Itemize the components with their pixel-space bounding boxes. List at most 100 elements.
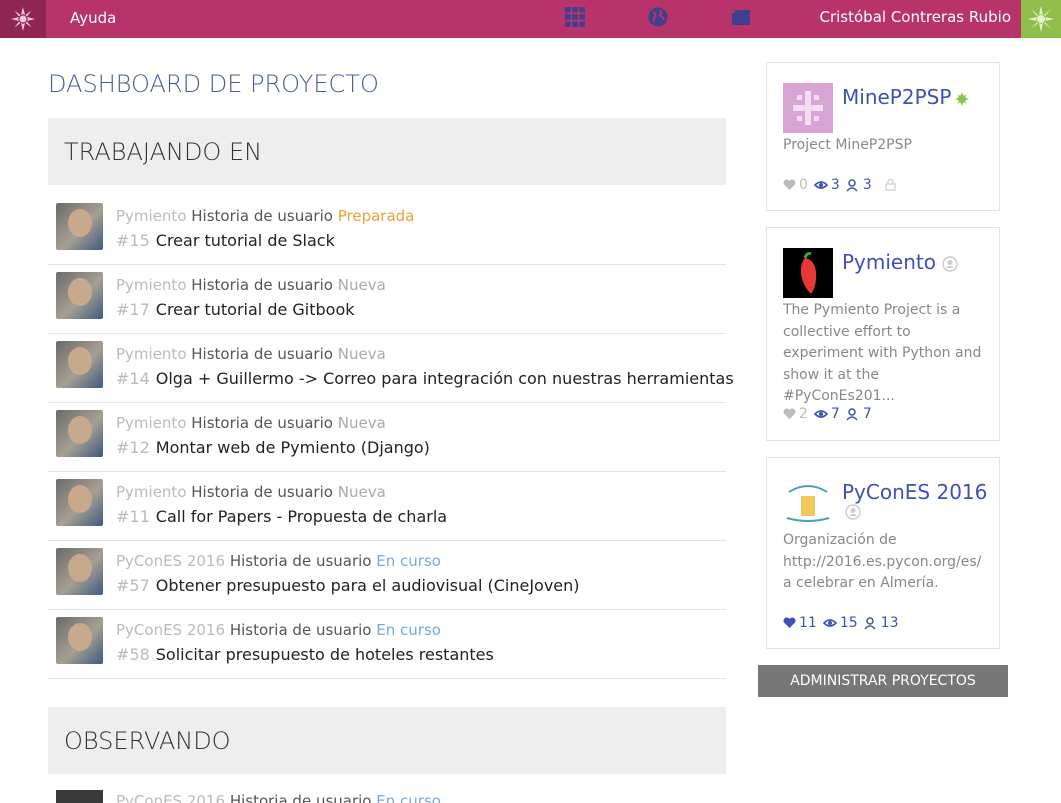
item-ref[interactable]: #14 bbox=[116, 369, 150, 388]
avatar bbox=[56, 272, 103, 319]
project-name[interactable]: PyConES 2016 bbox=[116, 621, 225, 639]
project-name[interactable]: Pymiento bbox=[842, 250, 936, 274]
watchers-count: 3 bbox=[830, 177, 840, 193]
user-avatar[interactable] bbox=[1021, 0, 1061, 38]
status-badge: En curso bbox=[376, 552, 441, 570]
lock-icon bbox=[885, 179, 896, 191]
project-stats: 2 7 7 bbox=[783, 406, 872, 422]
member-badge-icon bbox=[845, 504, 861, 520]
item-type: Historia de usuario bbox=[191, 345, 333, 363]
project-description: Organización de http://2016.es.pycon.org… bbox=[783, 532, 982, 591]
item-ref[interactable]: #57 bbox=[116, 576, 150, 595]
project-name[interactable]: PyConES 2016 bbox=[116, 552, 225, 570]
avatar bbox=[56, 617, 103, 664]
eye-icon bbox=[813, 410, 828, 418]
member-badge-icon bbox=[942, 255, 958, 272]
folder-icon[interactable] bbox=[730, 6, 752, 28]
list-item[interactable]: PyConES 2016 Historia de usuario En curs… bbox=[48, 610, 726, 679]
project-name[interactable]: Pymiento bbox=[116, 483, 187, 501]
item-type: Historia de usuario bbox=[229, 792, 372, 803]
user-name-link[interactable]: Cristóbal Contreras Rubio bbox=[820, 8, 1012, 26]
list-item[interactable]: PyConES 2016 Historia de usuario En curs… bbox=[48, 541, 726, 610]
project-card: PyConES 2016 Organización de http://2016… bbox=[766, 457, 1000, 649]
item-ref[interactable]: #15 bbox=[116, 231, 150, 250]
status-badge: Nueva bbox=[337, 483, 386, 501]
project-stats: 11 15 13 bbox=[783, 615, 898, 631]
avatar bbox=[56, 410, 103, 457]
grid-icon[interactable] bbox=[564, 6, 586, 28]
item-ref[interactable]: #58 bbox=[116, 645, 150, 664]
manage-projects-button[interactable]: ADMINISTRAR PROYECTOS bbox=[758, 665, 1008, 697]
status-badge: En curso bbox=[376, 621, 441, 639]
item-ref[interactable]: #12 bbox=[116, 438, 150, 457]
list-item[interactable]: PyConES 2016 Historia de usuario En curs… bbox=[48, 790, 726, 803]
item-subject[interactable]: Crear tutorial de Slack bbox=[156, 231, 335, 250]
likes-count: 0 bbox=[799, 177, 808, 193]
help-link[interactable]: Ayuda bbox=[70, 9, 116, 27]
members-icon bbox=[864, 616, 876, 630]
globe-icon[interactable] bbox=[647, 6, 669, 28]
list-item[interactable]: Pymiento Historia de usuario Nueva #17 Cr… bbox=[48, 265, 726, 334]
item-type: Historia de usuario bbox=[229, 552, 372, 570]
status-badge: Nueva bbox=[337, 414, 386, 432]
top-navbar: Ayuda Cristóbal Contreras Rubio bbox=[0, 0, 1061, 38]
heart-icon bbox=[783, 408, 796, 419]
project-description: Project MineP2PSP bbox=[783, 137, 912, 153]
avatar bbox=[56, 479, 103, 526]
project-name[interactable]: PyConES 2016 bbox=[842, 480, 987, 504]
project-name[interactable]: Pymiento bbox=[116, 414, 187, 432]
avatar bbox=[56, 790, 103, 803]
item-subject[interactable]: Olga + Guillermo -> Correo para integrac… bbox=[156, 369, 734, 388]
section-working-on-header: TRABAJANDO EN bbox=[48, 118, 726, 185]
item-type: Historia de usuario bbox=[191, 414, 333, 432]
section-working-on-title: TRABAJANDO EN bbox=[64, 137, 263, 166]
watchers-count: 7 bbox=[830, 406, 840, 422]
project-description: The Pymiento Project is a collective eff… bbox=[783, 302, 982, 404]
status-badge: Nueva bbox=[337, 345, 386, 363]
avatar bbox=[56, 341, 103, 388]
page-title: DASHBOARD DE PROYECTO bbox=[48, 70, 379, 98]
project-name[interactable]: PyConES 2016 bbox=[116, 792, 225, 803]
item-type: Historia de usuario bbox=[191, 483, 333, 501]
item-ref[interactable]: #11 bbox=[116, 507, 150, 526]
members-count: 13 bbox=[880, 615, 899, 631]
working-on-list: Pymiento Historia de usuario Preparada #… bbox=[48, 196, 734, 679]
heart-icon bbox=[783, 179, 796, 190]
status-badge: Nueva bbox=[337, 276, 386, 294]
project-logo[interactable] bbox=[783, 478, 833, 528]
item-subject[interactable]: Montar web de Pymiento (Django) bbox=[156, 438, 430, 457]
eye-icon bbox=[822, 619, 837, 627]
project-logo[interactable] bbox=[783, 248, 833, 298]
eye-icon bbox=[813, 181, 828, 189]
status-badge: En curso bbox=[376, 792, 441, 803]
members-count: 3 bbox=[862, 177, 872, 193]
watchers-count: 15 bbox=[839, 615, 858, 631]
item-type: Historia de usuario bbox=[229, 621, 372, 639]
likes-count: 2 bbox=[799, 406, 808, 422]
project-logo[interactable] bbox=[783, 83, 833, 133]
members-icon bbox=[846, 178, 858, 192]
project-name[interactable]: MineP2PSP bbox=[842, 85, 951, 109]
item-subject[interactable]: Solicitar presupuesto de hoteles restant… bbox=[156, 645, 494, 664]
project-name[interactable]: Pymiento bbox=[116, 276, 187, 294]
featured-badge-icon bbox=[955, 91, 970, 106]
item-subject[interactable]: Obtener presupuesto para el audiovisual … bbox=[156, 576, 580, 595]
members-icon bbox=[846, 407, 858, 421]
item-ref[interactable]: #17 bbox=[116, 300, 150, 319]
item-subject[interactable]: Crear tutorial de Gitbook bbox=[156, 300, 355, 319]
item-type: Historia de usuario bbox=[191, 276, 333, 294]
section-watching-header: OBSERVANDO bbox=[48, 707, 726, 774]
list-item[interactable]: Pymiento Historia de usuario Nueva #12 Mo… bbox=[48, 403, 726, 472]
list-item[interactable]: Pymiento Historia de usuario Preparada #… bbox=[48, 196, 726, 265]
project-name[interactable]: Pymiento bbox=[116, 345, 187, 363]
project-name[interactable]: Pymiento bbox=[116, 207, 187, 225]
section-watching-title: OBSERVANDO bbox=[64, 726, 231, 755]
logo-icon[interactable] bbox=[0, 0, 46, 38]
item-subject[interactable]: Call for Papers - Propuesta de charla bbox=[156, 507, 447, 526]
list-item[interactable]: Pymiento Historia de usuario Nueva #11 Ca… bbox=[48, 472, 726, 541]
avatar bbox=[56, 203, 103, 250]
list-item[interactable]: Pymiento Historia de usuario Nueva #14 Ol… bbox=[48, 334, 734, 403]
status-badge: Preparada bbox=[337, 207, 415, 225]
project-card: Pymiento The Pymiento Project is a colle… bbox=[766, 227, 1000, 441]
item-type: Historia de usuario bbox=[191, 207, 333, 225]
